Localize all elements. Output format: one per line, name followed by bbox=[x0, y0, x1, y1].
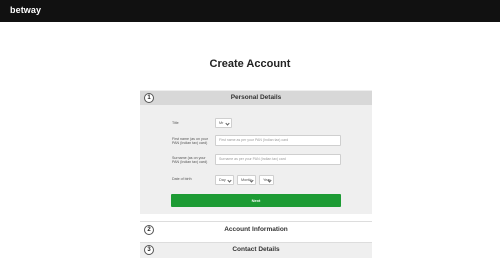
section-label-personal-details: Personal Details bbox=[230, 94, 282, 101]
chevron-down-icon bbox=[225, 121, 230, 126]
top-navigation-bar: betway bbox=[0, 0, 500, 22]
chevron-down-icon bbox=[227, 178, 232, 183]
title-select[interactable]: Mr bbox=[215, 118, 232, 128]
betway-logo[interactable]: betway bbox=[10, 5, 41, 15]
dob-day-value: Day bbox=[219, 178, 226, 182]
chevron-down-icon bbox=[249, 178, 254, 183]
section-header-personal-details[interactable]: 1 Personal Details bbox=[140, 91, 372, 105]
next-button[interactable]: Next bbox=[171, 194, 341, 207]
surname-label: Surname (as on your PAN (Indian tax) car… bbox=[172, 156, 208, 165]
section-header-account-information[interactable]: 2 Account Information bbox=[140, 221, 372, 237]
surname-input[interactable]: Surname as per your PAN (Indian tax) car… bbox=[215, 154, 341, 165]
title-select-value: Mr bbox=[219, 121, 224, 125]
first-name-label: First name (as on your PAN (Indian tax) … bbox=[172, 137, 208, 146]
dob-year-select[interactable]: Year bbox=[259, 175, 274, 185]
first-name-placeholder: First name as per your PAN (Indian tax) … bbox=[219, 138, 289, 142]
dob-label: Date of birth bbox=[172, 177, 192, 181]
section-label-account-information: Account Information bbox=[224, 226, 288, 233]
surname-placeholder: Surname as per your PAN (Indian tax) car… bbox=[219, 157, 286, 161]
section-header-contact-details[interactable]: 3 Contact Details bbox=[140, 242, 372, 258]
first-name-input[interactable]: First name as per your PAN (Indian tax) … bbox=[215, 135, 341, 146]
dob-day-select[interactable]: Day bbox=[215, 175, 234, 185]
dob-month-select[interactable]: Month bbox=[237, 175, 256, 185]
page-title: Create Account bbox=[209, 58, 291, 70]
title-label: Title bbox=[172, 121, 179, 125]
